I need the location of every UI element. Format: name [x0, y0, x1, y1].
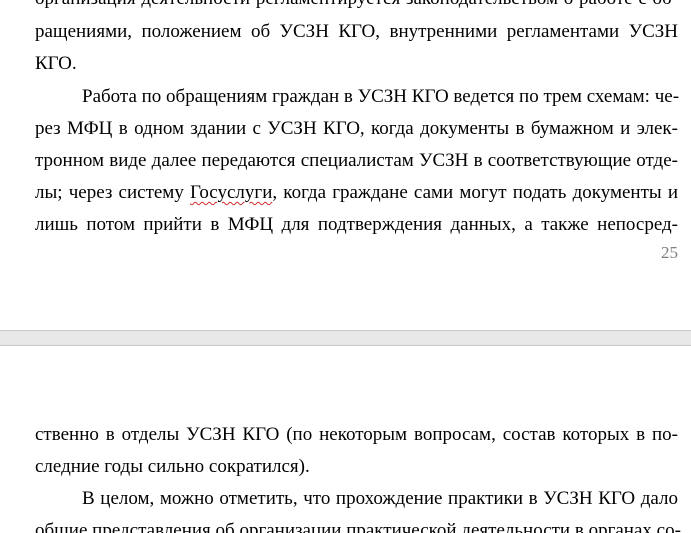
text-line: лишь потом прийти в МФЦ для подтверждени…	[35, 214, 678, 235]
paragraph-first-line: В целом, можно отметить, что прохождение…	[82, 488, 678, 509]
text-line: лы; через систему Госуслуги, когда гражд…	[35, 182, 678, 204]
text-line: ственно в отделы УСЗН КГО (по некоторым …	[35, 424, 678, 445]
document-viewport[interactable]: организация деятельности регламентируетс…	[0, 0, 691, 533]
page-break-gap	[0, 330, 691, 346]
text-line: общие представления об организации практ…	[35, 520, 681, 533]
spellcheck-flagged-word[interactable]: Госуслуги	[190, 182, 272, 203]
text-line: ращениями, положением об УСЗН КГО, внутр…	[35, 21, 678, 42]
text-line: следние годы сильно сократился).	[35, 456, 310, 477]
text-line: рез МФЦ в одном здании с УСЗН КГО, когда…	[35, 118, 678, 139]
text-span: лы; через систему	[35, 182, 191, 203]
text-span: , когда граждане сами могут подать докум…	[272, 182, 678, 203]
page-25: организация деятельности регламентируетс…	[0, 0, 691, 330]
text-line: тронном виде далее передаются специалист…	[35, 150, 678, 171]
text-line: организация деятельности регламентируетс…	[35, 0, 678, 10]
text-line: КГО.	[35, 53, 77, 74]
page-26: ственно в отделы УСЗН КГО (по некоторым …	[0, 346, 691, 533]
page-number: 25	[661, 243, 678, 262]
paragraph-first-line: Работа по обращениям граждан в УСЗН КГО …	[82, 86, 680, 107]
